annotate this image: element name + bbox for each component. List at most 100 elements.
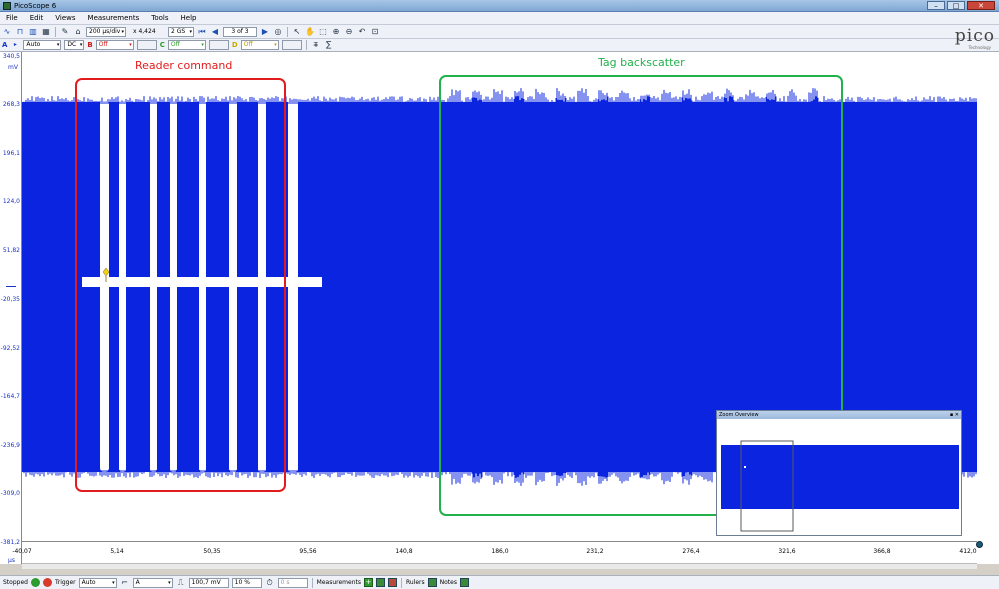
channel-c-label[interactable]: C <box>160 41 165 49</box>
menu-edit[interactable]: Edit <box>30 14 44 22</box>
buffer-overview-icon[interactable]: ◎ <box>273 27 283 37</box>
separator <box>55 26 56 37</box>
reader-command-label: Reader command <box>135 59 233 72</box>
zero-level-marker[interactable] <box>6 286 16 287</box>
channel-c-range-select[interactable]: Off ▾ <box>167 40 206 50</box>
timebase-select[interactable]: 200 µs/div ▾ <box>86 26 126 37</box>
buffer-value: 3 of 3 <box>231 27 249 35</box>
x-axis-unit: µs <box>8 557 15 564</box>
hand-tool-icon[interactable]: ✋ <box>305 27 315 37</box>
separator <box>400 577 402 588</box>
trigger-threshold-input[interactable]: 100,7 mV <box>188 577 229 588</box>
pretrigger-input[interactable]: 10 % <box>231 577 262 588</box>
pretrigger-value: 10 % <box>234 578 250 586</box>
menu-file[interactable]: File <box>6 14 18 22</box>
delete-measurement-icon[interactable] <box>387 578 397 587</box>
pico-logo-subtitle: Technology <box>968 45 991 50</box>
channel-c-coupling-select[interactable] <box>208 40 229 50</box>
x-axis-line <box>22 541 977 542</box>
undo-zoom-icon[interactable]: ↶ <box>357 27 367 37</box>
trigger-edge-icon[interactable]: ⌐ <box>120 578 130 588</box>
y-tick: 340,5 <box>2 53 20 60</box>
y-tick: -92,52 <box>0 345 20 352</box>
minimize-button[interactable]: – <box>927 1 945 10</box>
zoom-region-icon[interactable]: ⬚ <box>318 27 328 37</box>
x-tick: 412,0 <box>959 548 977 555</box>
trigger-channel-select[interactable]: A ▾ <box>132 577 173 588</box>
menu-help[interactable]: Help <box>181 14 197 22</box>
edit-measurement-icon[interactable] <box>375 578 385 587</box>
add-measurement-button[interactable]: + <box>363 578 373 587</box>
buffer-navigator[interactable]: 3 of 3 <box>223 26 257 37</box>
maximize-button[interactable]: □ <box>947 1 965 10</box>
channel-a-settings-icon[interactable]: ▸ <box>10 40 20 50</box>
x-tick: -40,07 <box>12 548 32 555</box>
delay-input[interactable]: 0 s <box>277 577 308 588</box>
chevron-down-icon: ▾ <box>112 579 115 586</box>
y-tick: 51,82 <box>2 247 20 254</box>
add-view-icon[interactable]: ▦ <box>41 27 51 37</box>
y-tick: -164,7 <box>0 393 20 400</box>
trigger-channel-value: A <box>135 578 140 586</box>
app-icon <box>3 1 11 10</box>
menu-tools[interactable]: Tools <box>151 14 168 22</box>
zoom-out-icon[interactable]: ⊖ <box>344 27 354 37</box>
channel-a-coupling: DC <box>67 41 77 48</box>
y-tick: -20,35 <box>0 296 20 303</box>
next-buffer-icon[interactable]: ▶ <box>260 27 270 37</box>
overview-cursor <box>744 466 746 468</box>
signal-generator-icon[interactable]: ⩨ <box>311 40 321 50</box>
delay-icon[interactable]: ⏱ <box>265 578 275 588</box>
x-tick: 5,14 <box>110 548 124 555</box>
start-capture-button[interactable] <box>30 578 40 587</box>
channel-c-range: Off <box>170 41 180 48</box>
zoom-to-fit-icon[interactable]: ⊡ <box>370 27 380 37</box>
rulers-icon[interactable] <box>427 578 437 587</box>
menu-views[interactable]: Views <box>55 14 75 22</box>
channel-d-label[interactable]: D <box>232 41 238 49</box>
y-tick: -236,9 <box>0 442 20 449</box>
samples-value: 2 GS <box>171 27 186 35</box>
notes-icon[interactable] <box>459 578 469 587</box>
overview-signal <box>721 445 959 509</box>
trigger-mode-select[interactable]: Auto ▾ <box>78 577 117 588</box>
pointer-tool-icon[interactable]: ↖ <box>292 27 302 37</box>
samples-select[interactable]: 2 GS ▾ <box>168 26 194 37</box>
capture-state: Stopped <box>3 579 28 586</box>
prev-buffer-icon[interactable]: ◀ <box>210 27 220 37</box>
channel-a-coupling-select[interactable]: DC ▾ <box>64 40 85 50</box>
trigger-threshold-value: 100,7 mV <box>191 578 221 586</box>
x-tick: 95,56 <box>299 548 317 555</box>
zoom-overview-title-bar: Zoom Overview ▪ ✕ <box>717 411 961 419</box>
channel-b-coupling-select[interactable] <box>136 40 157 50</box>
math-channels-icon[interactable]: ∑ <box>324 40 334 50</box>
channel-a-range-select[interactable]: Auto ▾ <box>23 40 62 50</box>
close-button[interactable]: ✕ <box>967 1 995 10</box>
rulers-label: Rulers <box>405 579 425 586</box>
channel-a-label[interactable]: A <box>2 41 7 49</box>
channel-b-label[interactable]: B <box>87 41 92 49</box>
zoom-overview-panel[interactable]: Zoom Overview ▪ ✕ <box>716 410 962 536</box>
scope-mode-icon[interactable]: ∿ <box>2 27 12 37</box>
home-icon[interactable]: ⌂ <box>73 27 83 37</box>
spectrum-mode-icon[interactable]: ▥ <box>28 27 38 37</box>
persistence-mode-icon[interactable]: ⊓ <box>15 27 25 37</box>
rising-edge-icon[interactable]: ⎍ <box>176 578 186 588</box>
chevron-down-icon: ▾ <box>189 28 192 35</box>
channel-d-coupling-select[interactable] <box>281 40 302 50</box>
scope-view[interactable]: 340,5 mV 268,3 196,1 124,0 51,82 -20,35 … <box>0 52 999 569</box>
probe-icon[interactable]: ✎ <box>60 27 70 37</box>
zoom-in-icon[interactable]: ⊕ <box>331 27 341 37</box>
stop-capture-button[interactable] <box>42 578 52 587</box>
first-buffer-icon[interactable]: ⏮ <box>197 27 207 37</box>
separator <box>287 26 288 37</box>
tag-backscatter-label: Tag backscatter <box>598 56 685 69</box>
zoom-overview-close-icon[interactable]: ▪ ✕ <box>950 411 959 419</box>
time-ruler-handle[interactable] <box>976 541 983 548</box>
channel-d-range-select[interactable]: Off ▾ <box>240 40 279 50</box>
horizontal-scrollbar[interactable] <box>22 563 977 569</box>
channel-b-range-select[interactable]: Off ▾ <box>95 40 134 50</box>
y-tick: 124,0 <box>2 198 20 205</box>
notes-label: Notes <box>439 579 457 586</box>
menu-measurements[interactable]: Measurements <box>88 14 140 22</box>
